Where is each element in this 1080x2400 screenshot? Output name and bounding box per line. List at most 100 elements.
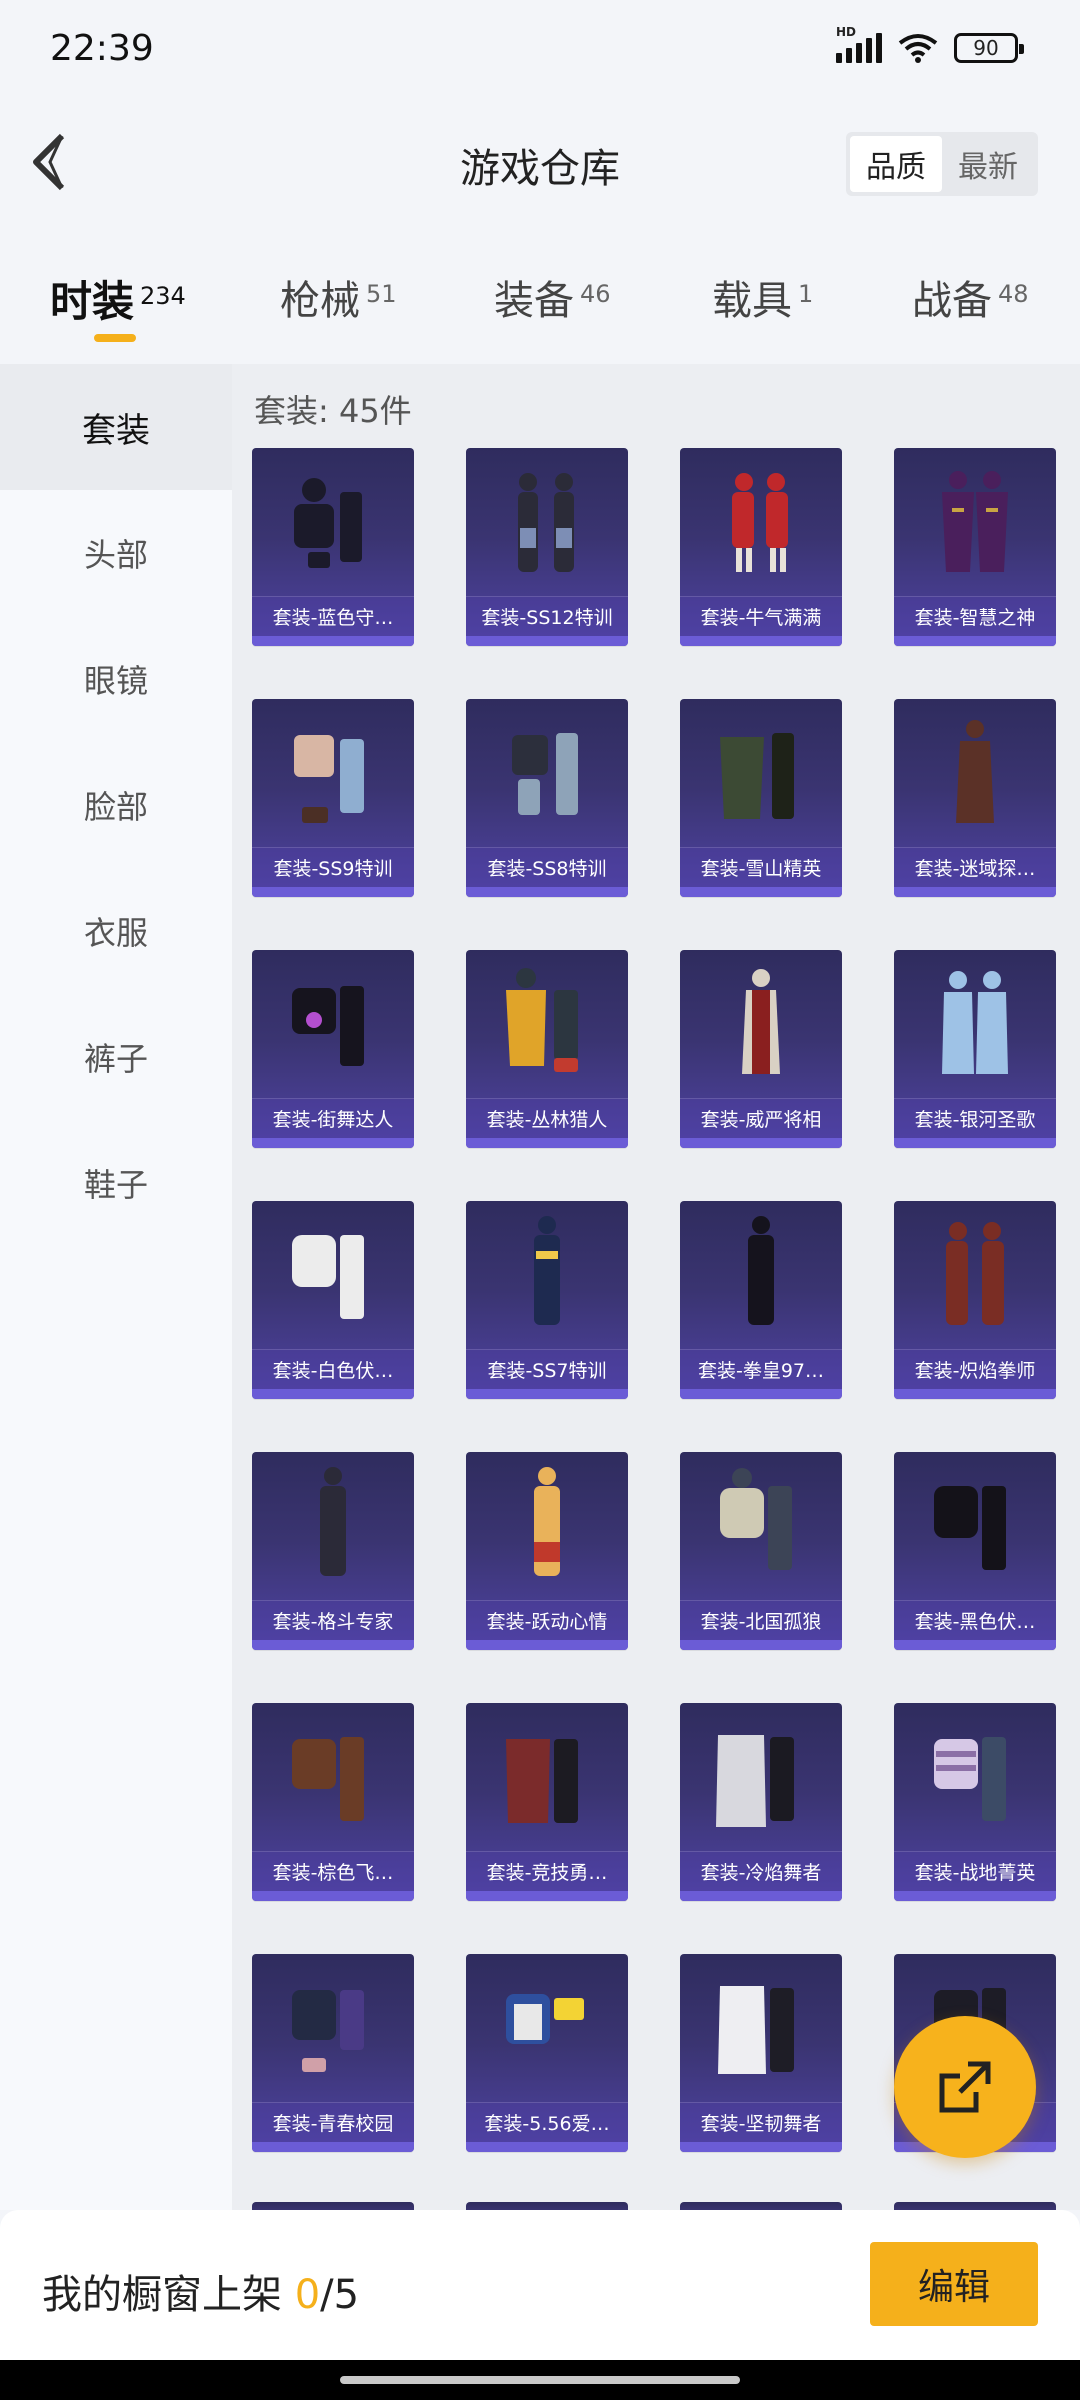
outfit-thumbnail-icon (718, 1986, 794, 2074)
item-card[interactable]: 套装-街舞达人 (252, 950, 414, 1148)
item-card[interactable]: 套装-SS9特训 (252, 699, 414, 897)
item-name: 套装-雪山精英 (680, 847, 842, 887)
item-card[interactable]: 套装-SS12特训 (466, 448, 628, 646)
showcase-status: 我的橱窗上架 0/5 (42, 2262, 359, 2320)
item-name: 套装-战地菁英 (894, 1851, 1056, 1891)
item-name: 套装-智慧之神 (894, 596, 1056, 636)
tab-fashion[interactable]: 时装 234 (50, 268, 186, 329)
item-card[interactable]: 套装-坚韧舞者 (680, 1954, 842, 2152)
item-name: 套装-青春校园 (252, 2102, 414, 2142)
item-card[interactable]: 套装-威严将相 (680, 950, 842, 1148)
sidebar-item-face[interactable]: 脸部 (0, 742, 232, 868)
item-card[interactable]: 套装-蓝色守… (252, 448, 414, 646)
item-card[interactable]: 套装-黑色伏… (894, 1452, 1056, 1650)
outfit-thumbnail-icon (292, 1235, 364, 1319)
item-card[interactable]: 套装-战地菁英 (894, 1703, 1056, 1901)
outfit-thumbnail-icon (518, 473, 574, 572)
tab-count: 234 (140, 282, 186, 310)
tab-count: 48 (998, 280, 1029, 308)
outfit-thumbnail-icon (720, 1468, 792, 1570)
item-card[interactable]: 套装-炽焰拳师 (894, 1201, 1056, 1399)
gesture-bar (0, 2360, 1080, 2400)
tab-label: 枪械 (280, 278, 360, 324)
tab-count: 1 (798, 280, 814, 308)
signal-icon: HD (836, 25, 882, 63)
sort-quality-button[interactable]: 品质 (850, 136, 942, 192)
item-card[interactable]: 套装-雪山精英 (680, 699, 842, 897)
sidebar-item-glasses[interactable]: 眼镜 (0, 616, 232, 742)
item-name: 套装-竞技勇… (466, 1851, 628, 1891)
item-card[interactable]: 套装-拳皇97… (680, 1201, 842, 1399)
outfit-thumbnail-icon (742, 969, 780, 1074)
tab-guns[interactable]: 枪械 51 (280, 268, 397, 326)
item-card[interactable]: 套装-智慧之神 (894, 448, 1056, 646)
item-name: 套装-SS8特训 (466, 847, 628, 887)
item-card[interactable]: 套装-银河圣歌 (894, 950, 1056, 1148)
item-card[interactable]: 套装-白色伏… (252, 1201, 414, 1399)
item-name: 套装-SS12特训 (466, 596, 628, 636)
battery-level: 90 (973, 36, 999, 60)
outfit-thumbnail-icon (534, 1216, 560, 1325)
sidebar-item-clothes[interactable]: 衣服 (0, 868, 232, 994)
item-name: 套装-SS7特训 (466, 1349, 628, 1389)
edit-button[interactable]: 编辑 (870, 2242, 1038, 2326)
item-name: 套装-迷域探… (894, 847, 1056, 887)
outfit-thumbnail-icon (956, 720, 994, 823)
item-card[interactable]: 套装-冷焰舞者 (680, 1703, 842, 1901)
tab-label: 时装 (50, 277, 135, 326)
tab-label: 战备 (912, 278, 992, 324)
item-name: 套装-坚韧舞者 (680, 2102, 842, 2142)
item-card[interactable]: 套装-SS8特训 (466, 699, 628, 897)
sidebar-item-head[interactable]: 头部 (0, 490, 232, 616)
item-card[interactable]: 套装-SS7特训 (466, 1201, 628, 1399)
showcase-total: /5 (320, 2272, 360, 2318)
outfit-thumbnail-icon (748, 1216, 774, 1325)
item-card[interactable]: 套装-竞技勇… (466, 1703, 628, 1901)
item-name: 套装-威严将相 (680, 1098, 842, 1138)
item-name: 套装-SS9特训 (252, 847, 414, 887)
sort-toggle: 品质 最新 (846, 132, 1038, 196)
item-card[interactable]: 套装-丛林猎人 (466, 950, 628, 1148)
outfit-thumbnail-icon (294, 735, 364, 823)
item-name: 套装-5.56爱… (466, 2102, 628, 2142)
sort-newest-button[interactable]: 最新 (942, 136, 1034, 192)
tab-vehicles[interactable]: 载具 1 (712, 268, 813, 326)
item-grid: 套装-蓝色守… 套装-SS12特训 套装-牛气满满 套装-智慧之神 套装-SS9… (252, 448, 1062, 2152)
outfit-thumbnail-icon (506, 1994, 584, 2044)
showcase-label: 我的橱窗上架 (42, 2272, 295, 2318)
tab-battle-gear[interactable]: 战备 48 (912, 268, 1029, 326)
outfit-thumbnail-icon (942, 471, 1008, 572)
outfit-thumbnail-icon (716, 1735, 794, 1827)
item-card[interactable]: 套装-北国孤狼 (680, 1452, 842, 1650)
sidebar-item-outfit[interactable]: 套装 (0, 364, 232, 490)
sidebar-item-shoes[interactable]: 鞋子 (0, 1120, 232, 1246)
item-name: 套装-街舞达人 (252, 1098, 414, 1138)
item-name: 套装-拳皇97… (680, 1349, 842, 1389)
item-card[interactable]: 套装-牛气满满 (680, 448, 842, 646)
sidebar: 套装 头部 眼镜 脸部 衣服 裤子 鞋子 (0, 364, 232, 2210)
share-button[interactable] (894, 2016, 1036, 2158)
item-name: 套装-北国孤狼 (680, 1600, 842, 1640)
tab-equipment[interactable]: 装备 46 (494, 268, 611, 326)
item-name: 套装-白色伏… (252, 1349, 414, 1389)
item-name: 套装-丛林猎人 (466, 1098, 628, 1138)
wifi-icon (898, 34, 938, 63)
item-name: 套装-黑色伏… (894, 1600, 1056, 1640)
item-card[interactable]: 套装-5.56爱… (466, 1954, 628, 2152)
item-card[interactable]: 套装-跃动心情 (466, 1452, 628, 1650)
active-tab-indicator (94, 334, 136, 342)
item-name: 套装-跃动心情 (466, 1600, 628, 1640)
home-indicator[interactable] (340, 2376, 740, 2384)
item-name: 套装-牛气满满 (680, 596, 842, 636)
item-card[interactable]: 套装-棕色飞… (252, 1703, 414, 1901)
outfit-thumbnail-icon (732, 473, 788, 572)
next-row-partial (252, 2202, 1062, 2210)
item-list[interactable]: 套装: 45件 套装-蓝色守… 套装-SS12特训 套装-牛气满满 套装-智慧之… (232, 364, 1080, 2210)
item-card[interactable]: 套装-迷域探… (894, 699, 1056, 897)
outfit-thumbnail-icon (294, 478, 362, 568)
battery-icon: 90 (954, 33, 1024, 63)
item-name: 套装-炽焰拳师 (894, 1349, 1056, 1389)
item-card[interactable]: 套装-格斗专家 (252, 1452, 414, 1650)
sidebar-item-pants[interactable]: 裤子 (0, 994, 232, 1120)
item-card[interactable]: 套装-青春校园 (252, 1954, 414, 2152)
